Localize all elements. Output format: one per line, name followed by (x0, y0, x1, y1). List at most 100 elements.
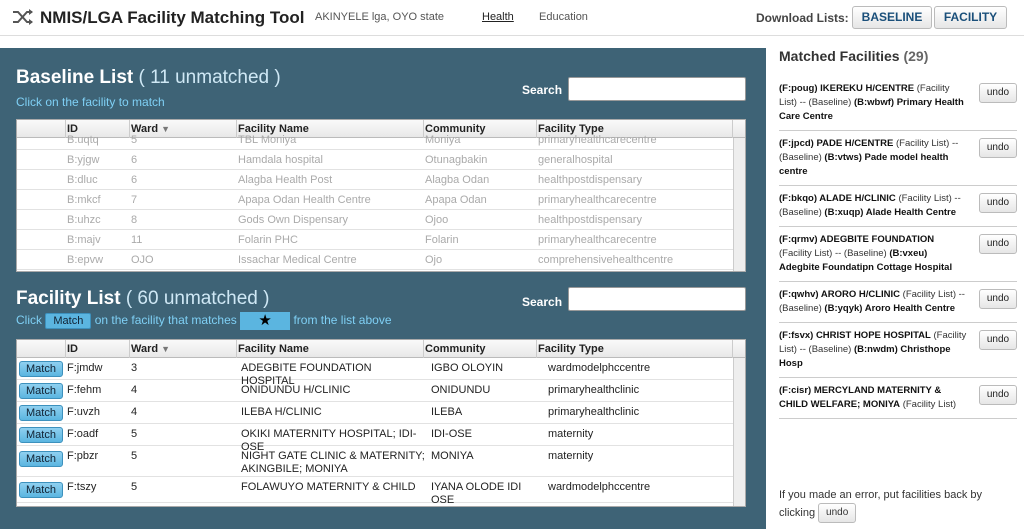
facility-heading: Facility List ( 60 unmatched ) (16, 288, 269, 310)
undo-button[interactable]: undo (979, 234, 1017, 254)
matched-item: (F:cisr) MERCYLAND MATERNITY & CHILD WEL… (779, 378, 1017, 419)
cell-id: B:yjgw (67, 154, 100, 166)
baseline-scrollbar[interactable] (733, 138, 745, 271)
baseline-row[interactable]: B:majv 11 Folarin PHC Folarin primaryhealthc… (17, 230, 745, 250)
undo-button[interactable]: undo (979, 289, 1017, 309)
facility-row[interactable]: Match F:uvzh 4 ILEBA H/CLINIC ILEBA primaryhe… (17, 402, 745, 424)
facility-grid-header: ID Ward ▼ Facility Name Community Facili… (17, 340, 745, 358)
cell-id: F:uvzh (67, 406, 101, 418)
baseline-row[interactable]: B:uqtq 5 TBL Moniya Moniya primaryhealthcare… (17, 130, 745, 150)
matched-link-text: (Facility List) -- (Baseline) (779, 248, 887, 259)
cell-community: Alagba Odan (425, 174, 490, 186)
matched-baseline-name: (B:xuqp) Alade Health Centre (824, 207, 957, 218)
facility-count: ( 60 unmatched ) (125, 288, 270, 309)
cell-ward: OJO (131, 254, 154, 266)
cell-community: ILEBA (431, 406, 463, 418)
cell-community: Otunagbakin (425, 154, 488, 166)
footnote-text: If you made an error, put facilities bac… (779, 489, 982, 519)
facility-scrollbar[interactable] (733, 358, 745, 506)
instr-end: from the list above (293, 313, 392, 328)
baseline-search-label: Search (522, 83, 563, 97)
matched-item: (F:poug) IKEREKU H/CENTRE (Facility List… (779, 76, 1017, 131)
col-ward[interactable]: Ward ▼ (131, 343, 170, 355)
col-id[interactable]: ID (67, 343, 78, 355)
cell-type: healthpostdispensary (538, 174, 642, 186)
cell-community: ONIDUNDU (431, 384, 491, 396)
cell-community: Ojoo (425, 214, 449, 226)
matched-sidebar: Matched Facilities (29) (F:poug) IKEREKU… (766, 36, 1024, 529)
download-lists-label: Download Lists: (756, 11, 849, 25)
main-panel: Baseline List ( 11 unmatched ) Click on … (0, 48, 766, 529)
cell-ward: 5 (131, 134, 138, 146)
matched-baseline-name: (B:yqyk) Aroro Health Centre (824, 303, 955, 314)
cell-id: F:fehm (67, 384, 102, 396)
shuffle-icon (13, 9, 33, 25)
matched-item: (F:qrmv) ADEGBITE FOUNDATION (Facility L… (779, 227, 1017, 282)
facility-row[interactable]: Match F:oadf 5 OKIKI MATERNITY HOSPITAL; ID… (17, 424, 745, 453)
cell-community: Folarin (425, 234, 459, 246)
undo-button[interactable]: undo (979, 83, 1017, 103)
cell-id: B:dluc (67, 174, 98, 186)
download-baseline-button[interactable]: BASELINE (852, 6, 932, 29)
undo-button[interactable]: undo (979, 138, 1017, 158)
cell-ward: 4 (131, 406, 138, 418)
match-button[interactable]: Match (19, 405, 63, 421)
undo-button[interactable]: undo (979, 193, 1017, 213)
cell-name: ILEBA H/CLINIC (241, 406, 322, 418)
cell-id: B:uqtq (67, 134, 99, 146)
cell-community: IDI-OSE (431, 428, 472, 440)
baseline-search-input[interactable] (568, 77, 746, 101)
match-button[interactable]: Match (19, 361, 63, 377)
cell-id: B:epvw (67, 254, 104, 266)
baseline-row[interactable]: B:yjgw 6 Hamdala hospital Otunagbakin genera… (17, 150, 745, 170)
cell-id: F:tszy (67, 481, 97, 493)
cell-type: primaryhealthcarecentre (538, 134, 657, 146)
facility-row[interactable]: Match F:jmdw 3 ADEGBITE FOUNDATION HOSPITAL… (17, 358, 745, 387)
baseline-row[interactable]: B:mkcf 7 Apapa Odan Health Centre Apapa Oda… (17, 190, 745, 210)
facility-instructions: Click Match on the facility that matches… (16, 312, 392, 330)
match-button[interactable]: Match (19, 383, 63, 399)
undo-button[interactable]: undo (979, 330, 1017, 350)
cell-name: ONIDUNDU H/CLINIC (241, 384, 351, 396)
facility-row[interactable]: Match F:tszy 5 FOLAWUYO MATERNITY & CHILD IY… (17, 477, 745, 506)
cell-id: F:jmdw (67, 362, 103, 374)
baseline-row[interactable]: B:dluc 6 Alagba Health Post Alagba Odan heal… (17, 170, 745, 190)
cell-id: B:mkcf (67, 194, 101, 206)
download-facility-button[interactable]: FACILITY (934, 6, 1007, 29)
cell-ward: 4 (131, 384, 138, 396)
facility-search-input[interactable] (568, 287, 746, 311)
col-name[interactable]: Facility Name (238, 343, 309, 355)
instr-mid: on the facility that matches (94, 313, 237, 328)
matched-facility-name: (F:qrmv) ADEGBITE FOUNDATION (779, 234, 935, 245)
baseline-row[interactable]: B:uhzc 8 Gods Own Dispensary Ojoo healthpost… (17, 210, 745, 230)
col-type[interactable]: Facility Type (538, 343, 604, 355)
footnote-undo-button[interactable]: undo (818, 503, 857, 523)
col-community[interactable]: Community (425, 343, 486, 355)
cell-id: F:oadf (67, 428, 99, 440)
cell-community: Apapa Odan (425, 194, 487, 206)
matched-title: Matched Facilities (779, 48, 900, 64)
nav-health-link[interactable]: Health (482, 11, 514, 23)
baseline-row[interactable]: B:epvw OJO Issachar Medical Centre Ojo compr… (17, 250, 745, 270)
matched-item: (F:bkqo) ALADE H/CLINIC (Facility List) … (779, 186, 1017, 227)
cell-ward: 5 (131, 481, 138, 493)
baseline-heading: Baseline List ( 11 unmatched ) (16, 67, 281, 89)
matched-list[interactable]: (F:poug) IKEREKU H/CENTRE (Facility List… (779, 76, 1017, 452)
cell-type: primaryhealthclinic (548, 406, 640, 418)
match-button[interactable]: Match (19, 427, 63, 443)
cell-ward: 6 (131, 154, 138, 166)
cell-name: Issachar Medical Centre (238, 254, 357, 266)
facility-row[interactable]: Match F:fehm 4 ONIDUNDU H/CLINIC ONIDUNDU pri… (17, 380, 745, 402)
star-icon: ★ (240, 312, 291, 330)
facility-row[interactable]: Match F:pbzr 5 NIGHT GATE CLINIC & MATERNIT… (17, 446, 745, 477)
matched-link-text: (Facility List) (902, 399, 956, 410)
match-button[interactable]: Match (19, 482, 63, 498)
match-button[interactable]: Match (19, 451, 63, 467)
nav-education-link[interactable]: Education (539, 11, 588, 23)
matched-heading: Matched Facilities (29) (779, 48, 928, 64)
matched-facility-name: (F:fsvx) CHRIST HOPE HOSPITAL (779, 330, 931, 341)
facility-title: Facility List (16, 288, 121, 309)
matched-facility-name: (F:qwhv) ARORO H/CLINIC (779, 289, 901, 300)
undo-button[interactable]: undo (979, 385, 1017, 405)
matched-facility-name: (F:jpcd) PADE H/CENTRE (779, 138, 894, 149)
